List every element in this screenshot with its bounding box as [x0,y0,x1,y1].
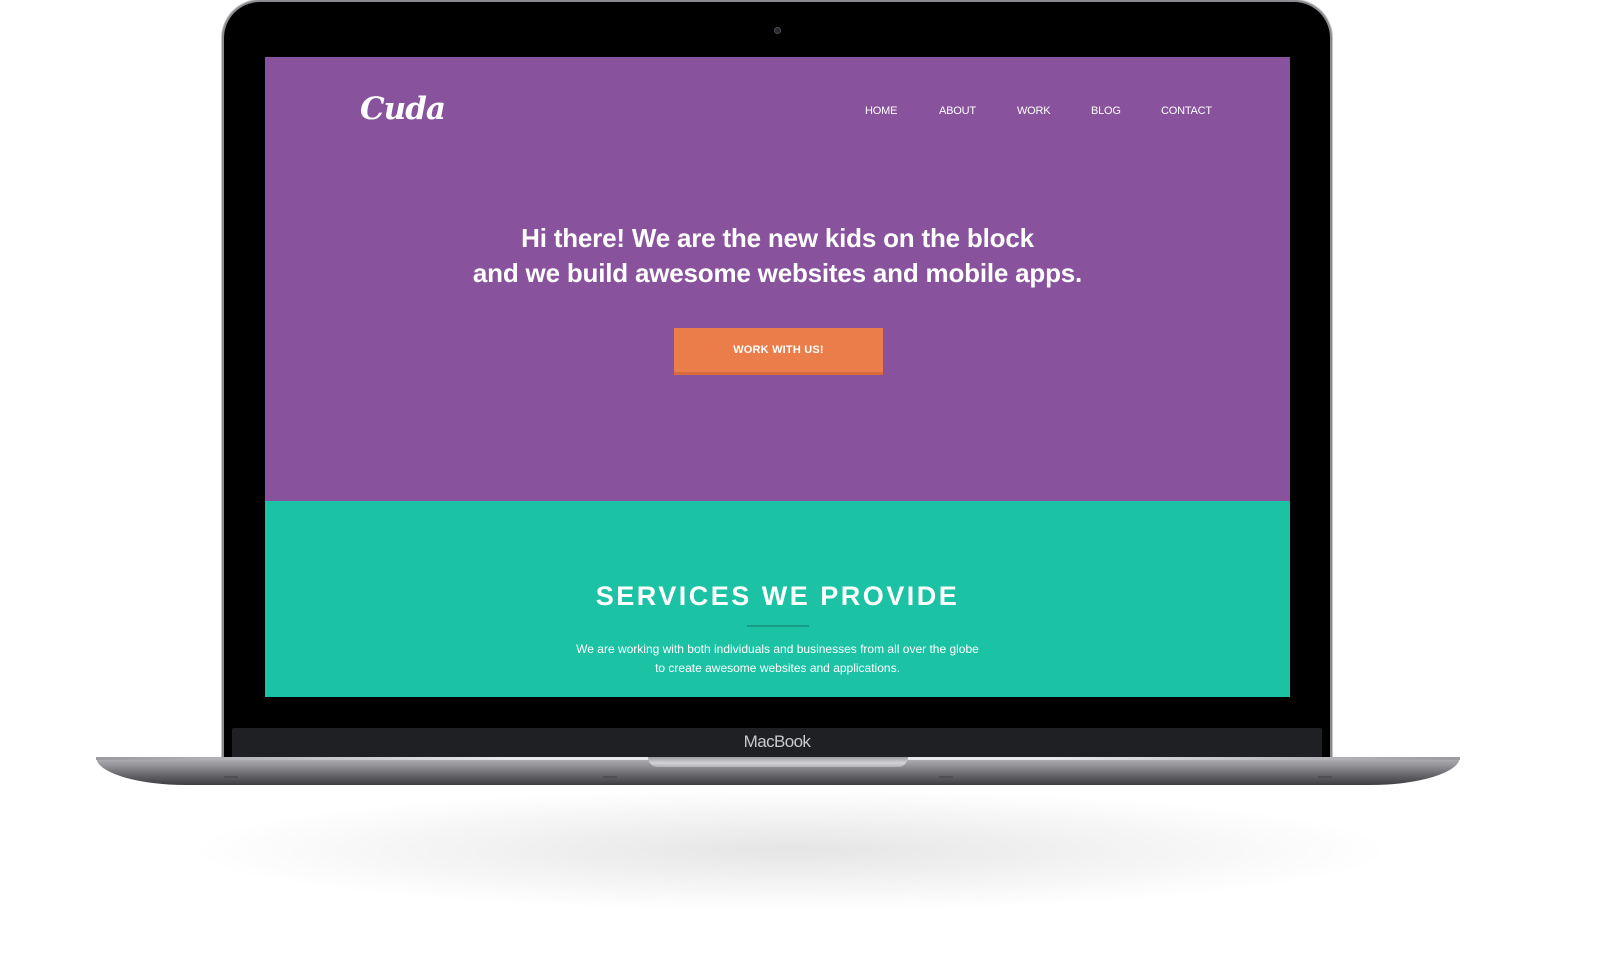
laptop-floor-shadow [200,790,1380,910]
hero-headline-line-1: Hi there! We are the new kids on the blo… [521,223,1034,253]
services-description-line-2: to create awesome websites and applicati… [655,661,900,675]
laptop-foot-center-left [603,776,617,778]
laptop-lid: Cuda HOME ABOUT WORK BLOG CONTACT Hi the… [224,2,1330,762]
camera-icon [774,27,781,34]
services-divider [747,625,809,627]
laptop-opening-notch [648,757,908,767]
services-title: SERVICES WE PROVIDE [595,581,960,611]
nav-item-work[interactable]: WORK [1017,105,1051,117]
nav-item-home[interactable]: HOME [865,105,897,117]
work-with-us-button[interactable]: WORK WITH US! [674,328,883,375]
laptop-foot-right [1318,776,1332,778]
laptop-screen: Cuda HOME ABOUT WORK BLOG CONTACT Hi the… [265,57,1290,697]
macbook-brand-label: MacBook [743,732,811,751]
laptop-chin: MacBook [232,728,1322,758]
nav-item-about[interactable]: ABOUT [939,105,976,117]
services-description: We are working with both individuals and… [265,640,1290,678]
laptop-base [96,757,1460,785]
services-section: SERVICES WE PROVIDE We are working with … [265,501,1290,697]
nav-item-blog[interactable]: BLOG [1091,105,1121,117]
hero-section: Cuda HOME ABOUT WORK BLOG CONTACT Hi the… [265,57,1290,501]
laptop-foot-left [224,776,238,778]
site-logo[interactable]: Cuda [360,91,446,127]
services-description-line-1: We are working with both individuals and… [576,642,979,656]
nav-item-contact[interactable]: CONTACT [1161,105,1212,117]
hero-headline: Hi there! We are the new kids on the blo… [265,221,1290,291]
laptop-foot-center-right [939,776,953,778]
hero-headline-line-2: and we build awesome websites and mobile… [472,258,1083,288]
